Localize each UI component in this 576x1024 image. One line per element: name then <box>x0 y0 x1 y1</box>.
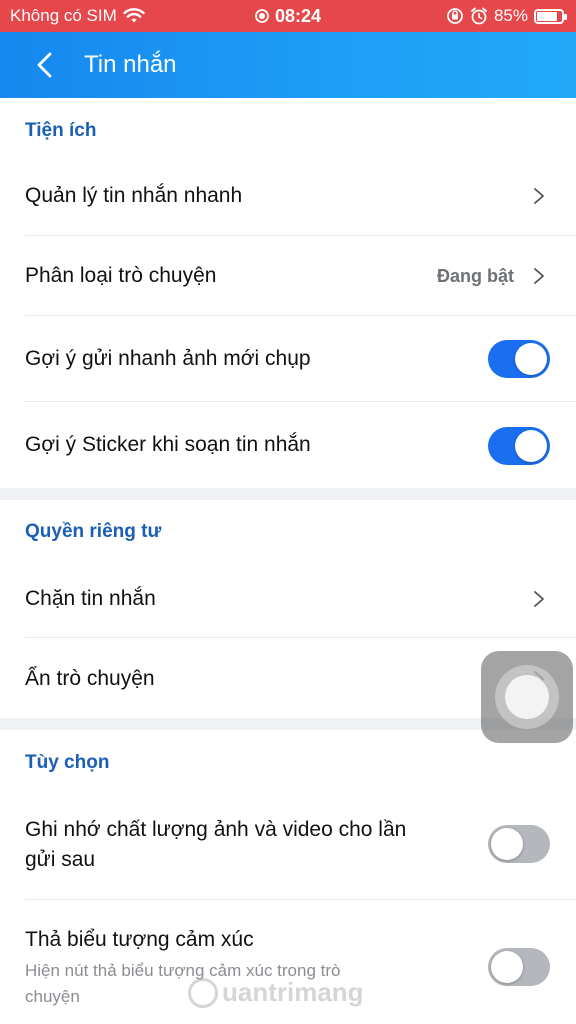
toggle-suggest-photo[interactable] <box>488 340 550 378</box>
header-bar: Tin nhắn <box>0 32 576 98</box>
row-block-messages[interactable]: Chặn tin nhắn <box>0 558 576 638</box>
assistive-touch-button[interactable] <box>481 651 573 743</box>
row-suggest-photo: Gợi ý gửi nhanh ảnh mới chụp <box>0 316 576 402</box>
toggle-suggest-sticker[interactable] <box>488 427 550 465</box>
toggle-knob <box>515 430 547 462</box>
row-quick-messages[interactable]: Quản lý tin nhắn nhanh <box>0 156 576 236</box>
row-label-line2: gửi sau <box>25 848 96 871</box>
status-time: 08:24 <box>274 6 322 26</box>
status-bar: Không có SIM 08:24 85% <box>0 0 576 32</box>
toggle-remember-quality[interactable] <box>488 825 550 863</box>
status-right: 85% <box>446 6 567 26</box>
section-title-privacy: Quyền riêng tư <box>25 521 162 542</box>
toggle-knob <box>491 951 523 983</box>
row-remember-quality: Ghi nhớ chất lượng ảnh và video cho lần … <box>0 788 576 900</box>
section-title-utilities: Tiện ích <box>25 120 97 141</box>
orientation-lock-icon <box>447 8 463 24</box>
chevron-right-icon <box>534 188 544 204</box>
battery-icon <box>534 8 567 24</box>
toggle-reaction[interactable] <box>488 948 550 986</box>
assistive-center <box>505 675 549 719</box>
section-title-options: Tùy chọn <box>25 752 110 773</box>
toggle-knob <box>491 828 523 860</box>
row-suggest-sticker: Gợi ý Sticker khi soạn tin nhắn <box>0 402 576 488</box>
screen-record-icon <box>255 9 269 23</box>
page-title: Tin nhắn <box>84 51 177 78</box>
chevron-right-icon <box>534 591 544 607</box>
row-value: Đang bật <box>436 266 514 286</box>
battery-fill <box>537 11 557 21</box>
watermark-text: uantrimang <box>222 977 364 1007</box>
row-label: Gợi ý Sticker khi soạn tin nhắn <box>25 433 311 456</box>
battery-percent: 85% <box>493 6 528 25</box>
section-utilities: Tiện ích Quản lý tin nhắn nhanh Phân loạ… <box>0 98 576 488</box>
row-label: Chặn tin nhắn <box>25 587 156 610</box>
watermark: uantrimang <box>188 977 364 1008</box>
row-label: Thả biểu tượng cảm xúc <box>25 928 254 951</box>
row-label: Gợi ý gửi nhanh ảnh mới chụp <box>25 347 311 370</box>
chevron-left-icon <box>37 52 52 78</box>
row-label-line1: Ghi nhớ chất lượng ảnh và video cho lần <box>25 818 407 841</box>
row-sub-line2: chuyện <box>25 987 80 1006</box>
row-conversation-classify[interactable]: Phân loại trò chuyện Đang bật <box>0 236 576 316</box>
chevron-right-icon <box>534 268 544 284</box>
watermark-logo-icon <box>188 977 218 1008</box>
row-label: Phân loại trò chuyện <box>25 264 217 287</box>
row-label: Quản lý tin nhắn nhanh <box>25 184 243 207</box>
back-button[interactable] <box>30 49 62 81</box>
row-label: Ẩn trò chuyện <box>25 667 155 690</box>
toggle-knob <box>515 343 547 375</box>
alarm-icon <box>471 7 487 25</box>
section-gap <box>0 488 576 500</box>
